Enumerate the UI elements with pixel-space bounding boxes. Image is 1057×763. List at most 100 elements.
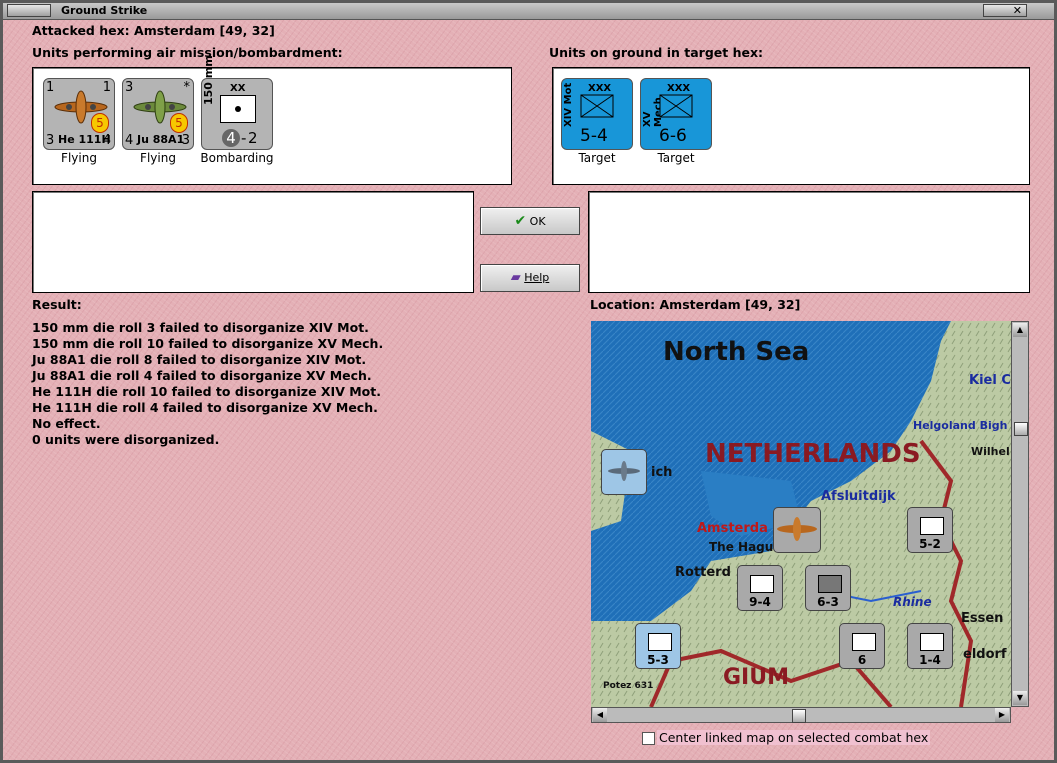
unit-stat: 4 [222,129,240,147]
map-unit-counter[interactable]: 9-4 [737,565,783,611]
unit-stat: 4 [125,133,134,148]
unit-stat: 3 [46,133,55,148]
unit-stat: 2 [248,129,258,147]
map-unit-counter[interactable]: 5-3 [635,623,681,669]
close-button[interactable]: ✕ [983,4,1027,17]
map-label-north-sea: North Sea [663,337,810,367]
map-counter-value: 6-3 [817,595,839,609]
mech-symbol-icon [659,94,693,118]
help-button[interactable]: ▰ Help [480,264,580,292]
title-bar[interactable]: Ground Strike ✕ [3,3,1054,20]
map-label-potez: Potez 631 [603,681,654,691]
unit-counter-xiv-mot[interactable]: XIV Mot XXX 5-4 [561,78,633,150]
map-unit-counter-bomber[interactable] [773,507,821,553]
unit-counter-he111h[interactable]: 1 1 5 3 He 111H 4 [43,78,115,150]
map-unit-counter-fighter[interactable] [601,449,647,495]
scroll-right-icon[interactable]: ▶ [995,708,1009,722]
result-line: He 111H die roll 10 failed to disorganiz… [32,384,381,399]
close-icon: ✕ [1012,4,1022,17]
unit-counter-150mm[interactable]: 150 mm XX 4 - 2 [201,55,273,150]
scroll-thumb[interactable] [1014,422,1028,436]
unit-status: Bombarding [200,151,274,165]
map-unit-counter[interactable]: 6-3 [805,565,851,611]
unit-stat: 4 [102,133,111,148]
map-horizontal-scrollbar[interactable]: ◀ ▶ [591,707,1011,723]
map-counter-value: 1-4 [919,653,941,667]
map-unit-counter[interactable]: 1-4 [907,623,953,669]
unit-name: XIV Mot [563,82,574,127]
unit-value-separator: - [241,129,247,147]
unit-status: Target [578,151,616,165]
location-label: Location: Amsterdam [49, 32] [590,297,801,312]
unit-strength-badge: 5 [170,113,188,133]
map-label-afsluitdijk: Afsluitdijk [821,489,896,504]
location-map[interactable]: North Sea Kiel C Helgoland Bigh Wilhel N… [591,321,1011,707]
help-book-icon: ▰ [510,270,521,285]
center-map-checkbox[interactable] [642,732,655,745]
unit-value: 6-6 [659,126,687,146]
map-counter-value: 5-2 [919,537,941,551]
map-label-belgium: GIUM [723,665,789,690]
result-line: He 111H die roll 4 failed to disorganize… [32,400,378,415]
map-counter-value: 5-3 [647,653,669,667]
map-label-helgoland: Helgoland Bigh [913,419,1008,432]
center-map-checkbox-label[interactable]: Center linked map on selected combat hex [657,730,931,745]
window-title: Ground Strike [61,4,148,17]
unit-counter-xv-mech[interactable]: XV Mech XXX 6-6 [640,78,712,150]
map-label-amsterdam: Amsterda [697,521,768,536]
unit-name: Ju 88A1 [137,133,185,146]
map-label-netherlands: NETHERLANDS [705,439,921,469]
unit-status: Flying [140,151,176,165]
unit-status: Flying [61,151,97,165]
result-line: No effect. [32,416,101,431]
map-vertical-scrollbar[interactable]: ▲ ▼ [1011,321,1029,707]
result-log: 150 mm die roll 3 failed to disorganize … [32,320,383,448]
map-label-wilhel: Wilhel [971,445,1010,458]
bomber-plane-icon [777,517,817,541]
unit-name: 150 mm [202,55,215,105]
system-menu-button[interactable] [7,4,51,17]
air-units-label: Units performing air mission/bombardment… [32,45,343,60]
attacked-hex-label: Attacked hex: Amsterdam [49, 32] [32,23,275,38]
map-counter-value: 6 [857,653,867,667]
map-label-the-hague: The Hagu [709,540,774,554]
unit-size: XXX [588,83,612,94]
unit-status: Target [657,151,695,165]
scroll-up-icon[interactable]: ▲ [1013,323,1027,337]
map-label-ich: ich [651,465,673,480]
map-unit-counter[interactable]: 5-2 [907,507,953,553]
ground-units-panel: XIV Mot XXX 5-4 Target XV Mech XXX 6-6 T… [552,67,1030,185]
fighter-plane-icon [608,461,640,481]
scroll-left-icon[interactable]: ◀ [593,708,607,722]
map-label-rhine: Rhine [893,595,932,609]
air-units-panel: 1 1 5 3 He 111H 4 Flying 3 * 5 4 Ju 88A1… [32,55,512,185]
defender-details-panel [588,191,1030,293]
result-line: 150 mm die roll 3 failed to disorganize … [32,320,369,335]
unit-value: 5-4 [580,126,608,146]
artillery-symbol-icon [220,95,256,123]
map-label-kiel: Kiel C [969,373,1011,388]
ground-strike-window: Ground Strike ✕ Attacked hex: Amsterdam … [0,0,1057,763]
scroll-down-icon[interactable]: ▼ [1013,691,1027,705]
unit-counter-ju88a1[interactable]: 3 * 5 4 Ju 88A1 3 [122,78,194,150]
ground-units-label: Units on ground in target hex: [549,45,764,60]
map-unit-counter[interactable]: 6 [839,623,885,669]
help-button-label: Help [524,271,550,284]
ok-button[interactable]: ✔ OK [480,207,580,235]
map-label-dusseldorf: eldorf [963,647,1007,662]
unit-size: XXX [667,83,691,94]
attacker-details-panel [32,191,474,293]
result-line: Ju 88A1 die roll 8 failed to disorganize… [32,352,367,367]
unit-size: XX [230,83,246,94]
unit-strength-badge: 5 [91,113,109,133]
result-label: Result: [32,297,82,312]
map-label-rotterdam: Rotterd [675,565,731,580]
infantry-symbol-icon [580,94,614,118]
map-label-essen: Essen [961,611,1004,626]
scroll-thumb[interactable] [792,709,806,723]
checkmark-icon: ✔ [514,213,527,229]
ok-button-label: OK [529,215,546,228]
result-line: 150 mm die roll 10 failed to disorganize… [32,336,384,351]
result-line: 0 units were disorganized. [32,432,220,447]
unit-stat: 3 [181,133,190,148]
